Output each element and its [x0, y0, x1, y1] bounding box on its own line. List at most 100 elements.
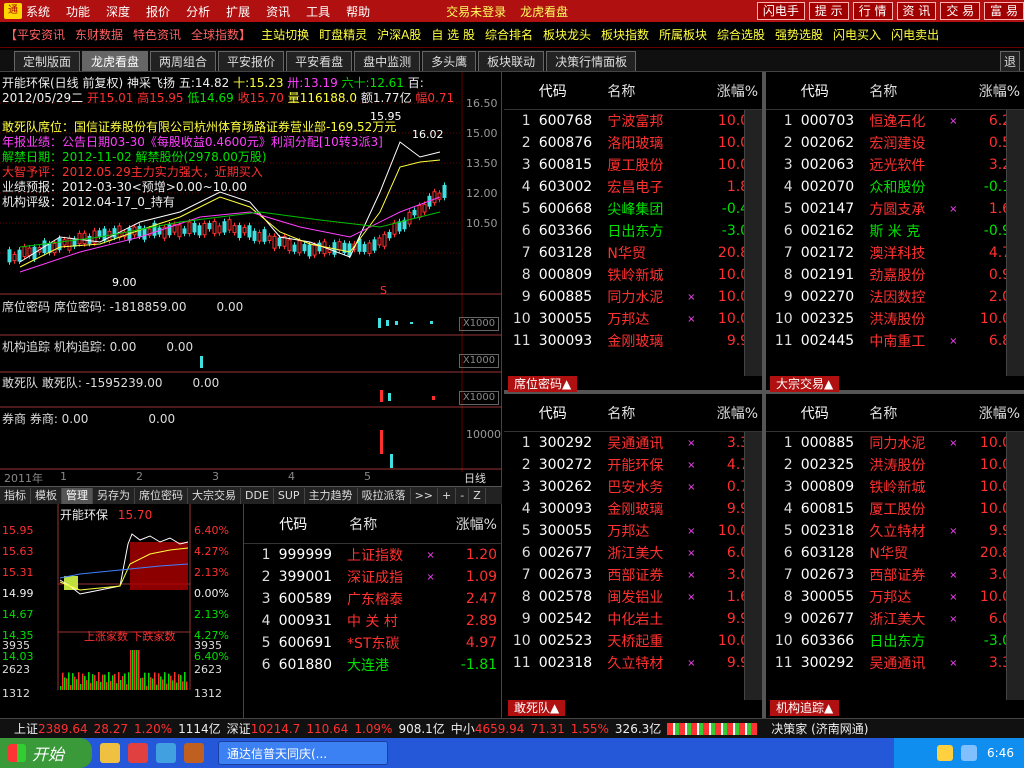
- tb-quick-buy[interactable]: 闪电买入: [833, 26, 881, 43]
- quote-row[interactable]: 7 603128 N华贸 20.87: [504, 242, 762, 264]
- tb-strong-picker[interactable]: 强势选股: [775, 26, 823, 43]
- column-header[interactable]: 代码: [801, 81, 870, 101]
- tb-special-news[interactable]: 特色资讯: [133, 26, 181, 43]
- news-button[interactable]: 资 讯: [896, 2, 937, 20]
- quote-row[interactable]: 9 600885 同力水泥 × 10.02: [504, 286, 762, 308]
- tab-intraday-monitor[interactable]: 盘中监测: [354, 51, 421, 71]
- btab-save-as[interactable]: 另存为: [93, 487, 135, 504]
- column-header[interactable]: 名称: [869, 403, 947, 423]
- quote-row[interactable]: 9 002542 中化岩土 9.99: [504, 608, 762, 630]
- quote-row[interactable]: 11 002318 久立特材 × 9.99: [504, 652, 762, 674]
- dare-squad-table[interactable]: 代码 名称 涨幅% 1 300292 吴通通讯 × 3.39 2 300272 开能环保 × 4.74 3…: [504, 394, 762, 716]
- quote-row[interactable]: 4 600815 厦工股份 10.03: [766, 498, 1024, 520]
- quote-row[interactable]: 10 603366 日出东方 -3.04: [766, 630, 1024, 652]
- column-header[interactable]: 名称: [607, 403, 685, 423]
- quote-row[interactable]: 10 300055 万邦达 × 10.00: [504, 308, 762, 330]
- quote-row[interactable]: 1 300292 吴通通讯 × 3.39: [504, 432, 762, 454]
- tb-own-sector[interactable]: 所属板块: [659, 26, 707, 43]
- btab-manage[interactable]: 管理: [62, 487, 93, 504]
- quote-row[interactable]: 4 300093 金刚玻璃 9.94: [504, 498, 762, 520]
- quote-row[interactable]: 4 002070 众和股份 -0.18: [766, 176, 1024, 198]
- tab-pingan-quote[interactable]: 平安报价: [218, 51, 285, 71]
- inst-table-scrollbar[interactable]: [1006, 432, 1024, 700]
- column-header[interactable]: 代码: [539, 81, 608, 101]
- btab-seat-code[interactable]: 席位密码: [135, 487, 188, 504]
- index-row[interactable]: 2 399001 深证成指 × 1.09: [244, 566, 501, 588]
- menu-help[interactable]: 帮助: [346, 3, 370, 20]
- menu-analysis[interactable]: 分析: [186, 3, 210, 20]
- index-row[interactable]: 4 000931 中 关 村 2.89: [244, 610, 501, 632]
- dare-squad-tab[interactable]: 敢死队▲: [508, 700, 566, 716]
- tb-server-switch[interactable]: 主站切换: [261, 26, 309, 43]
- zoom-in-button[interactable]: +: [438, 487, 457, 504]
- more-tabs-button[interactable]: >>: [411, 487, 438, 504]
- quicklaunch-ie-icon[interactable]: [100, 743, 120, 763]
- quote-row[interactable]: 4 603002 宏昌电子 1.88: [504, 176, 762, 198]
- btab-template[interactable]: 模板: [31, 487, 62, 504]
- index-row[interactable]: 6 601880 大连港 -1.81: [244, 654, 501, 676]
- quote-row[interactable]: 7 002673 西部证券 × 3.07: [766, 564, 1024, 586]
- quote-row[interactable]: 7 002172 澳洋科技 4.77: [766, 242, 1024, 264]
- quote-row[interactable]: 1 000703 恒逸石化 × 6.29: [766, 110, 1024, 132]
- kline-panel[interactable]: 16.50 15.00 13.50 12.00 10.50 10000 16.0…: [0, 72, 502, 502]
- seat-table-scrollbar[interactable]: [744, 110, 762, 376]
- quote-row[interactable]: 8 002191 劲嘉股份 0.93: [766, 264, 1024, 286]
- quote-row[interactable]: 3 002063 远光软件 3.26: [766, 154, 1024, 176]
- column-header[interactable]: 名称: [869, 81, 947, 101]
- quote-row[interactable]: 11 002445 中南重工 × 6.80: [766, 330, 1024, 352]
- column-header[interactable]: 代码: [539, 403, 608, 423]
- btab-main-trend[interactable]: 主力趋势: [305, 487, 358, 504]
- column-header[interactable]: 代码: [801, 403, 870, 423]
- period-label[interactable]: 日线: [464, 470, 486, 486]
- menu-depth[interactable]: 深度: [106, 3, 130, 20]
- menu-function[interactable]: 功能: [66, 3, 90, 20]
- quote-row[interactable]: 5 002318 久立特材 × 9.99: [766, 520, 1024, 542]
- quote-row[interactable]: 2 600876 洛阳玻璃 10.06: [504, 132, 762, 154]
- block-table-scrollbar[interactable]: [1006, 110, 1024, 376]
- institution-track-table[interactable]: 代码 名称 涨幅% 1 000885 同力水泥 × 10.02 2 002325 洪涛股份 10.00…: [766, 394, 1024, 716]
- quote-row[interactable]: 11 300292 吴通通讯 × 3.39: [766, 652, 1024, 674]
- quote-row[interactable]: 5 300055 万邦达 × 10.00: [504, 520, 762, 542]
- tab-two-week[interactable]: 两周组合: [150, 51, 217, 71]
- tb-watchlist[interactable]: 自 选 股: [431, 26, 475, 43]
- quote-row[interactable]: 11 300093 金刚玻璃 9.94: [504, 330, 762, 352]
- start-button[interactable]: 开始: [0, 738, 92, 768]
- index-row[interactable]: 1 999999 上证指数 × 1.20: [244, 544, 501, 566]
- menu-system[interactable]: 系统: [26, 3, 50, 20]
- quote-row[interactable]: 10 002325 洪涛股份 10.00: [766, 308, 1024, 330]
- tray-app-icon[interactable]: [937, 745, 954, 761]
- seat-code-tab[interactable]: 席位密码▲: [508, 376, 578, 392]
- tb-eastmoney-data[interactable]: 东财数据: [75, 26, 123, 43]
- quote-row[interactable]: 8 002578 闽发铝业 × 1.66: [504, 586, 762, 608]
- btab-sup[interactable]: SUP: [274, 487, 305, 504]
- taskbar-window-button[interactable]: 通达信普天同庆(...: [218, 741, 388, 765]
- zoom-out-button[interactable]: -: [456, 487, 470, 504]
- quote-row[interactable]: 1 000885 同力水泥 × 10.02: [766, 432, 1024, 454]
- index-list[interactable]: 代码 名称 涨幅% 1 999999 上证指数 × 1.20 2 399001 深证成指 × 1.…: [244, 504, 502, 718]
- back-button[interactable]: 退: [999, 51, 1020, 71]
- seat-code-table[interactable]: 代码 名称 涨幅% 1 600768 宁波富邦 10.07 2 600876 洛阳玻璃 10.06 3…: [504, 72, 762, 390]
- column-header[interactable]: 涨幅%: [686, 403, 762, 423]
- quote-row[interactable]: 6 002162 斯 米 克 -0.93: [766, 220, 1024, 242]
- tab-custom[interactable]: 定制版面: [14, 51, 81, 71]
- quote-row[interactable]: 6 603128 N华贸 20.87: [766, 542, 1024, 564]
- tab-bull-eagle[interactable]: 多头鹰: [422, 51, 477, 71]
- tb-stock-picker[interactable]: 综合选股: [717, 26, 765, 43]
- tab-decision-panel[interactable]: 决策行情面板: [546, 51, 637, 71]
- intraday-mini-chart[interactable]: 开能环保 15.70 15.95 15.63 15.31 14.99 14.67…: [0, 504, 275, 731]
- quote-row[interactable]: 3 000809 铁岭新城 10.03: [766, 476, 1024, 498]
- tab-sector-link[interactable]: 板块联动: [478, 51, 545, 71]
- column-header[interactable]: 名称: [607, 81, 685, 101]
- tb-pingan-news[interactable]: 【平安资讯: [5, 26, 65, 43]
- lightning-trade-button[interactable]: 闪电手: [756, 2, 805, 20]
- btab-dde[interactable]: DDE: [241, 487, 274, 504]
- quote-row[interactable]: 2 300272 开能环保 × 4.74: [504, 454, 762, 476]
- tb-quick-sell[interactable]: 闪电卖出: [891, 26, 939, 43]
- menu-news[interactable]: 资讯: [266, 3, 290, 20]
- quote-row[interactable]: 3 300262 巴安水务 × 0.74: [504, 476, 762, 498]
- menu-tools[interactable]: 工具: [306, 3, 330, 20]
- quote-row[interactable]: 5 600668 尖峰集团 -0.48: [504, 198, 762, 220]
- tb-sector-index[interactable]: 板块指数: [601, 26, 649, 43]
- quote-row[interactable]: 8 000809 铁岭新城 10.03: [504, 264, 762, 286]
- quicklaunch-media-icon[interactable]: [128, 743, 148, 763]
